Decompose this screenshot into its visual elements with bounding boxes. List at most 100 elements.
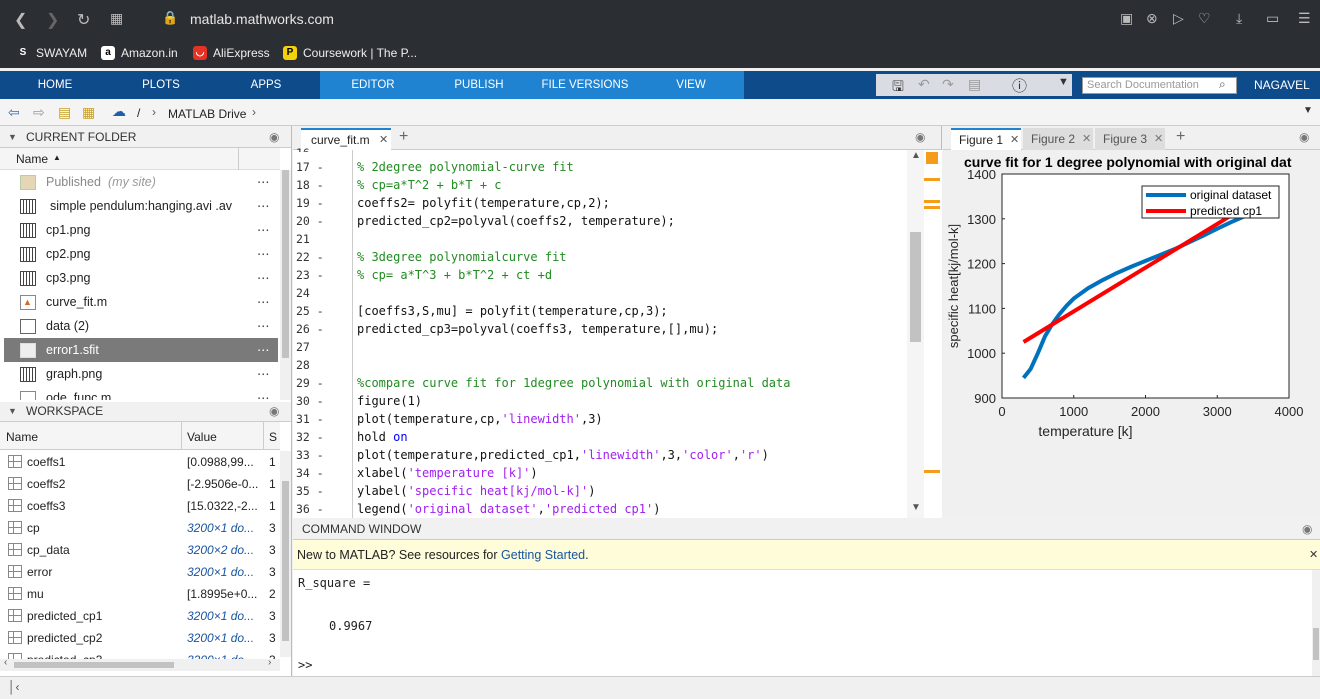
table-row[interactable]: predicted_cp33200×1 do...3 xyxy=(0,649,280,659)
warning-marker[interactable] xyxy=(924,178,940,181)
figure-tab-3[interactable]: Figure 3 ✕ xyxy=(1095,128,1165,150)
undo-icon[interactable]: ↶ xyxy=(918,76,930,93)
path-folder[interactable]: MATLAB Drive xyxy=(168,107,246,121)
list-item[interactable]: simple pendulum:hanging.avi .av ⋯ xyxy=(4,194,278,218)
table-row[interactable]: predicted_cp2 3200×1 do... 3 xyxy=(0,627,280,649)
command-prompt[interactable]: >> xyxy=(298,658,312,672)
code-line[interactable]: coeffs2= polyfit(temperature,cp,2); xyxy=(357,194,610,212)
chevron-down-icon[interactable]: ▼ xyxy=(1058,76,1069,88)
bookmark-coursework[interactable]: P Coursework | The P... xyxy=(283,46,417,60)
close-icon[interactable]: ✕ xyxy=(1154,128,1163,150)
tab-apps[interactable]: APPS xyxy=(212,71,320,99)
code-line[interactable]: predicted_cp3=polyval(coeffs3, temperatu… xyxy=(357,320,718,338)
item-actions-icon[interactable]: ⋯ xyxy=(257,338,270,362)
help-icon[interactable]: ⓘ xyxy=(1012,75,1027,96)
search-documentation-input[interactable]: Search Documentation xyxy=(1082,77,1237,94)
up-folder-icon[interactable]: ▤ xyxy=(58,104,71,121)
panel-actions-icon[interactable]: ◉ xyxy=(1302,522,1312,536)
bookmark-swayam[interactable]: S SWAYAM xyxy=(16,46,87,60)
close-icon[interactable]: ✕ xyxy=(1082,128,1091,150)
figure-tab-2[interactable]: Figure 2 ✕ xyxy=(1023,128,1093,150)
send-icon[interactable]: ▷ xyxy=(1173,10,1184,27)
reload-icon[interactable]: ↻ xyxy=(77,10,90,30)
tab-publish[interactable]: PUBLISH xyxy=(426,71,532,99)
add-tab-icon[interactable]: + xyxy=(399,128,408,146)
panel-actions-icon[interactable]: ◉ xyxy=(915,130,925,144)
table-row[interactable]: coeffs1 [0.0988,99... 1 xyxy=(0,451,280,473)
close-icon[interactable]: ✕ xyxy=(1010,130,1019,150)
scrollbar[interactable] xyxy=(280,170,291,400)
table-row[interactable]: cp_data 3200×2 do... 3 xyxy=(0,539,280,561)
table-row[interactable]: cp 3200×1 do... 3 xyxy=(0,517,280,539)
item-actions-icon[interactable]: ⋯ xyxy=(257,314,270,338)
column-name[interactable]: Name xyxy=(6,430,38,444)
panel-actions-icon[interactable]: ◉ xyxy=(269,126,279,148)
collapse-icon[interactable]: ▼ xyxy=(8,126,17,148)
item-actions-icon[interactable]: ⋯ xyxy=(257,194,270,218)
tab-plots[interactable]: PLOTS xyxy=(110,71,212,99)
close-icon[interactable]: ✕ xyxy=(1309,540,1318,570)
table-row[interactable]: coeffs3 [15.0322,-2... 1 xyxy=(0,495,280,517)
close-icon[interactable]: ✕ xyxy=(379,130,388,150)
tab-view[interactable]: VIEW xyxy=(638,71,744,99)
save-icon[interactable]: 🖫 xyxy=(892,76,904,100)
code-line[interactable]: legend('original dataset','predicted cp1… xyxy=(357,500,660,518)
bookmark-aliexpress[interactable]: ◡ AliExpress xyxy=(193,46,270,60)
warning-marker[interactable] xyxy=(924,200,940,203)
back-icon[interactable]: ❮ xyxy=(14,10,27,30)
code-line[interactable]: ylabel('specific heat[kj/mol-k]') xyxy=(357,482,595,500)
figure-tab-1[interactable]: Figure 1 ✕ xyxy=(951,128,1021,150)
collapse-icon[interactable]: ▼ xyxy=(8,402,17,420)
code-line[interactable]: [coeffs3,S,mu] = polyfit(temperature,cp,… xyxy=(357,302,668,320)
getting-started-link[interactable]: Getting Started xyxy=(501,548,585,562)
column-value[interactable]: Value xyxy=(187,430,217,444)
chevron-down-icon[interactable]: ▼ xyxy=(1303,105,1313,116)
panel-actions-icon[interactable]: ◉ xyxy=(269,402,279,420)
tab-file-versions[interactable]: FILE VERSIONS xyxy=(532,71,638,99)
path-root[interactable]: / xyxy=(137,106,140,120)
table-row[interactable]: coeffs2 [-2.9506e-0... 1 xyxy=(0,473,280,495)
battery-icon[interactable]: ▭ xyxy=(1266,10,1279,27)
scrollbar-thumb[interactable] xyxy=(1313,628,1319,660)
code-line[interactable]: % 2degree polynomial-curve fit xyxy=(357,158,574,176)
code-line[interactable]: %compare curve fit for 1degree polynomia… xyxy=(357,374,790,392)
list-item[interactable]: ▲ curve_fit.m ⋯ xyxy=(4,290,278,314)
scroll-right-icon[interactable]: › xyxy=(268,657,271,668)
code-line[interactable]: figure(1) xyxy=(357,392,422,410)
warning-marker[interactable] xyxy=(924,206,940,209)
list-item[interactable]: Published (my site) ⋯ xyxy=(4,170,278,194)
scrollbar-thumb[interactable] xyxy=(910,232,921,342)
editor-scrollbar[interactable]: ▲ ▼ xyxy=(907,150,924,518)
scroll-down-icon[interactable]: ▼ xyxy=(911,502,921,513)
scroll-up-icon[interactable]: ▲ xyxy=(911,150,921,161)
item-actions-icon[interactable]: ⋯ xyxy=(257,362,270,386)
list-item[interactable]: data (2) ⋯ xyxy=(4,314,278,338)
code-line[interactable]: plot(temperature,cp,'linewidth',3) xyxy=(357,410,603,428)
heart-icon[interactable]: ♡ xyxy=(1198,10,1211,27)
code-line[interactable]: % cp= a*T^3 + b*T^2 + ct +d xyxy=(357,266,552,284)
forward-icon[interactable]: ❯ xyxy=(46,10,59,30)
adblock-icon[interactable]: ⊗ xyxy=(1146,10,1158,27)
list-item[interactable]: graph.png ⋯ xyxy=(4,362,278,386)
item-actions-icon[interactable]: ⋯ xyxy=(257,242,270,266)
list-item[interactable]: cp2.png ⋯ xyxy=(4,242,278,266)
code-line[interactable]: xlabel('temperature [k]') xyxy=(357,464,538,482)
code-line[interactable]: predicted_cp2=polyval(coeffs2, temperatu… xyxy=(357,212,675,230)
camera-icon[interactable]: ▣ xyxy=(1120,10,1133,27)
bookmark-amazon[interactable]: a Amazon.in xyxy=(101,46,178,60)
item-actions-icon[interactable]: ⋯ xyxy=(257,218,270,242)
list-item-selected[interactable]: error1.sfit ⋯ xyxy=(4,338,278,362)
redo-icon[interactable]: ↷ xyxy=(942,76,954,93)
scroll-left-icon[interactable]: ‹ xyxy=(4,657,7,668)
column-name[interactable]: Name xyxy=(16,152,48,166)
table-row[interactable]: error 3200×1 do... 3 xyxy=(0,561,280,583)
code-line[interactable]: % 3degree polynomialcurve fit xyxy=(357,248,567,266)
cloud-drive-icon[interactable]: ☁ xyxy=(112,103,126,120)
item-actions-icon[interactable]: ⋯ xyxy=(257,290,270,314)
scrollbar-thumb[interactable] xyxy=(14,662,174,668)
download-icon[interactable]: ⤓ xyxy=(1236,10,1242,27)
list-item[interactable]: ode_func.m ⋯ xyxy=(4,386,278,400)
tab-home[interactable]: HOME xyxy=(0,71,110,99)
item-actions-icon[interactable]: ⋯ xyxy=(257,170,270,194)
warning-indicator-icon[interactable] xyxy=(926,152,938,164)
